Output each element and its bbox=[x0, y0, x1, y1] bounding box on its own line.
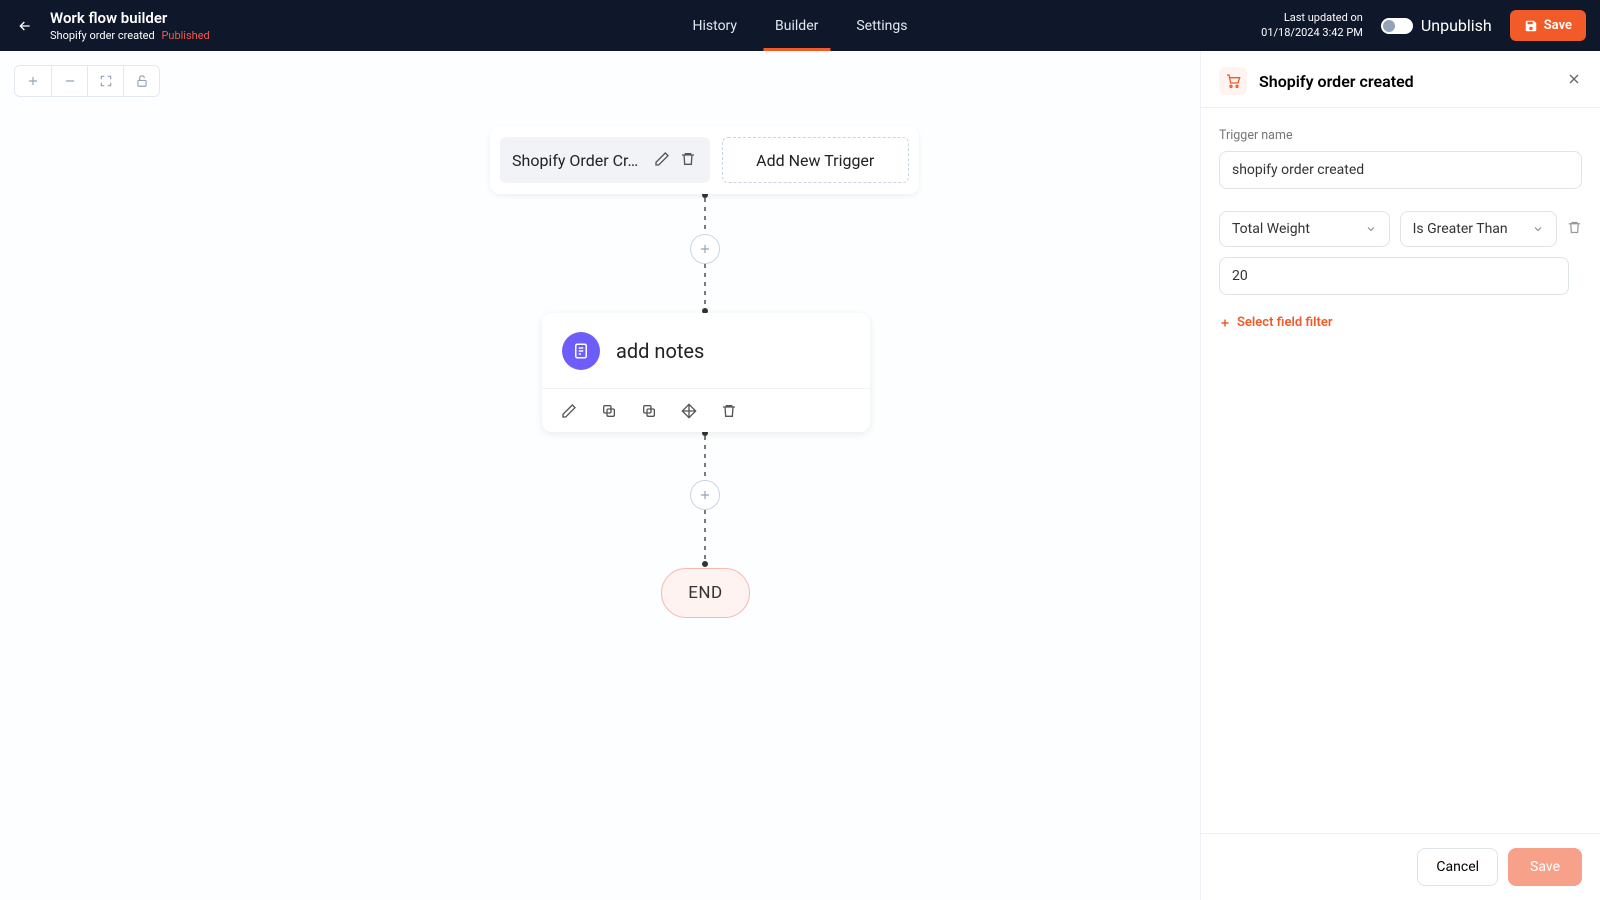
delete-action-button[interactable] bbox=[720, 402, 738, 420]
header-right: Last updated on 01/18/2024 3:42 PM Unpub… bbox=[1261, 10, 1586, 41]
tab-history[interactable]: History bbox=[693, 0, 738, 51]
add-filter-label: Select field filter bbox=[1237, 315, 1333, 330]
last-updated: Last updated on 01/18/2024 3:42 PM bbox=[1261, 11, 1363, 40]
lock-icon bbox=[135, 74, 149, 88]
subtitle: Shopify order created Published bbox=[50, 29, 210, 42]
trigger-name-input[interactable] bbox=[1219, 151, 1582, 189]
trash-icon bbox=[721, 403, 737, 419]
move-icon bbox=[681, 403, 697, 419]
save-icon bbox=[1524, 19, 1538, 33]
add-notes-icon bbox=[562, 332, 600, 370]
last-updated-value: 01/18/2024 3:42 PM bbox=[1261, 26, 1363, 40]
panel-title: Shopify order created bbox=[1259, 72, 1414, 91]
chevron-down-icon bbox=[1365, 223, 1377, 235]
app-header: Work flow builder Shopify order created … bbox=[0, 0, 1600, 51]
plus-icon bbox=[26, 74, 40, 88]
delete-filter-button[interactable] bbox=[1567, 220, 1582, 239]
trash-icon bbox=[680, 151, 696, 167]
action-toolbar bbox=[542, 388, 870, 432]
filter-operator-select[interactable]: Is Greater Than bbox=[1400, 211, 1557, 247]
zoom-in-button[interactable] bbox=[15, 66, 51, 96]
minus-icon bbox=[63, 74, 77, 88]
plus-icon bbox=[1219, 317, 1231, 329]
lock-canvas-button[interactable] bbox=[123, 66, 159, 96]
filter-value-input[interactable] bbox=[1219, 257, 1569, 295]
add-filter-button[interactable]: Select field filter bbox=[1219, 315, 1582, 330]
trigger-edit-panel: Shopify order created Trigger name Total… bbox=[1200, 51, 1600, 900]
end-node: END bbox=[661, 568, 750, 618]
duplicate-action-button[interactable] bbox=[640, 402, 658, 420]
chevron-down-icon bbox=[1532, 223, 1544, 235]
close-panel-button[interactable] bbox=[1566, 71, 1582, 91]
trash-icon bbox=[1567, 220, 1582, 235]
tab-settings[interactable]: Settings bbox=[856, 0, 907, 51]
panel-header: Shopify order created bbox=[1201, 51, 1600, 108]
delete-trigger-button[interactable] bbox=[680, 151, 698, 169]
save-label: Save bbox=[1544, 18, 1572, 33]
action-head: add notes bbox=[542, 313, 870, 388]
add-step-button-1[interactable] bbox=[690, 234, 720, 264]
pencil-icon bbox=[561, 403, 577, 419]
add-trigger-button[interactable]: Add New Trigger bbox=[722, 137, 910, 183]
zoom-out-button[interactable] bbox=[51, 66, 87, 96]
add-trigger-label: Add New Trigger bbox=[756, 151, 874, 170]
last-updated-label: Last updated on bbox=[1261, 11, 1363, 25]
copy-icon bbox=[641, 403, 657, 419]
toggle-switch-icon bbox=[1381, 18, 1413, 34]
cart-icon bbox=[1225, 73, 1241, 89]
arrow-left-icon bbox=[17, 18, 33, 34]
shopping-cart-icon bbox=[1219, 67, 1247, 95]
fit-screen-button[interactable] bbox=[87, 66, 123, 96]
title-block: Work flow builder Shopify order created … bbox=[50, 9, 210, 42]
back-button[interactable] bbox=[14, 15, 36, 37]
action-title: add notes bbox=[616, 339, 704, 363]
expand-icon bbox=[99, 74, 113, 88]
plus-icon bbox=[698, 242, 712, 256]
action-node[interactable]: add notes bbox=[542, 313, 870, 432]
end-label: END bbox=[688, 583, 722, 603]
panel-footer: Cancel Save bbox=[1201, 833, 1600, 900]
add-step-button-2[interactable] bbox=[690, 480, 720, 510]
canvas-toolbar bbox=[14, 65, 160, 97]
filter-operator-value: Is Greater Than bbox=[1413, 221, 1508, 237]
plus-icon bbox=[698, 488, 712, 502]
unpublish-toggle[interactable]: Unpublish bbox=[1381, 16, 1492, 35]
move-action-button[interactable] bbox=[680, 402, 698, 420]
toggle-label: Unpublish bbox=[1421, 16, 1492, 35]
panel-body: Trigger name Total Weight Is Greater Tha… bbox=[1201, 108, 1600, 833]
edit-action-button[interactable] bbox=[560, 402, 578, 420]
copy-icon bbox=[601, 403, 617, 419]
trigger-card: Shopify Order Cr… Add New Trigger bbox=[490, 126, 919, 194]
panel-cancel-button[interactable]: Cancel bbox=[1417, 848, 1498, 886]
trigger-chip-label: Shopify Order Cr… bbox=[512, 151, 646, 170]
page-title: Work flow builder bbox=[50, 9, 210, 27]
panel-save-button[interactable]: Save bbox=[1508, 848, 1582, 886]
trigger-chip[interactable]: Shopify Order Cr… bbox=[500, 137, 710, 183]
copy-action-button[interactable] bbox=[600, 402, 618, 420]
close-icon bbox=[1566, 71, 1582, 87]
filter-row: Total Weight Is Greater Than bbox=[1219, 211, 1582, 247]
filter-field-value: Total Weight bbox=[1232, 221, 1310, 237]
tab-builder[interactable]: Builder bbox=[775, 0, 818, 51]
edit-trigger-button[interactable] bbox=[654, 151, 672, 169]
trigger-name-label: Trigger name bbox=[1219, 128, 1582, 143]
save-button[interactable]: Save bbox=[1510, 10, 1586, 41]
note-icon bbox=[572, 342, 590, 360]
header-tabs: History Builder Settings bbox=[693, 0, 908, 51]
publish-status: Published bbox=[161, 29, 209, 42]
filter-field-select[interactable]: Total Weight bbox=[1219, 211, 1390, 247]
pencil-icon bbox=[654, 151, 670, 167]
subtitle-text: Shopify order created bbox=[50, 29, 155, 42]
